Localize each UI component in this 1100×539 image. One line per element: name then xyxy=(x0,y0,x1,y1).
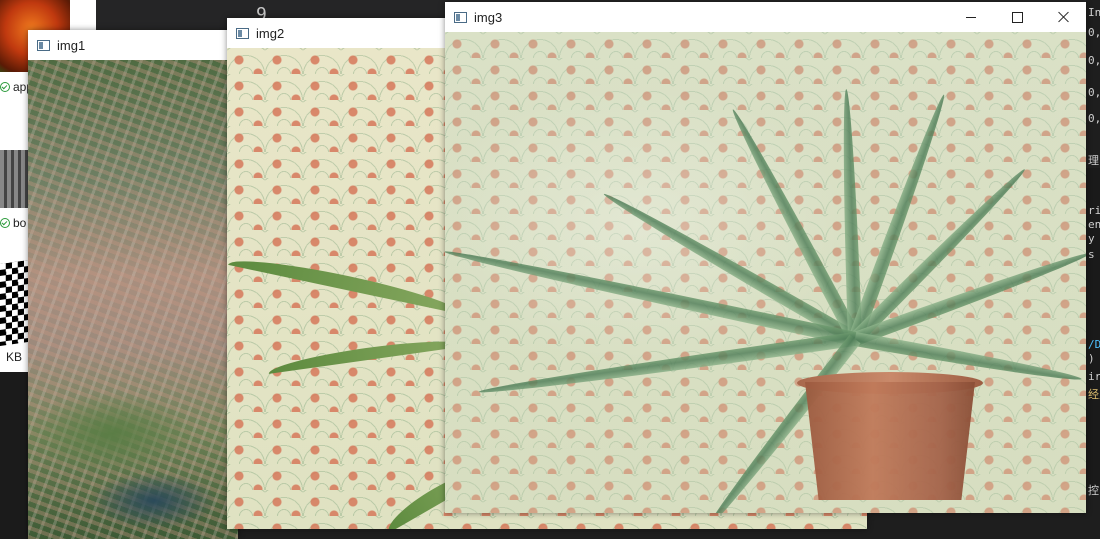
sync-ok-icon xyxy=(0,218,10,228)
code-fragment: y xyxy=(1088,232,1095,245)
window-app-icon xyxy=(37,39,50,51)
image-window-img1[interactable]: img1 xyxy=(28,30,238,539)
code-fragment: 0, xyxy=(1088,86,1100,99)
code-fragment: s xyxy=(1088,248,1095,261)
aloe-leaf xyxy=(267,334,467,374)
code-fragment: ri xyxy=(1088,204,1100,217)
maximize-icon xyxy=(1011,11,1023,23)
window-app-icon xyxy=(454,11,467,23)
window-app-icon xyxy=(236,27,249,39)
window-title: img1 xyxy=(57,37,86,53)
image-canvas-aerial-city[interactable] xyxy=(28,60,238,539)
thumbnail-image-machine[interactable] xyxy=(0,150,30,208)
thumbnail-label-box[interactable]: bo xyxy=(0,216,26,230)
minimize-button[interactable] xyxy=(948,2,994,32)
panel-tab-fragment[interactable]: 理 xyxy=(1088,152,1099,168)
minimize-icon xyxy=(966,16,976,18)
close-button[interactable] xyxy=(1040,2,1086,32)
code-fragment: Int8, xyxy=(1088,6,1100,19)
code-fragment: 经/ xyxy=(1088,388,1100,401)
code-fragment: ir xyxy=(1088,370,1100,383)
close-icon xyxy=(1057,11,1069,23)
window-title: img2 xyxy=(256,25,285,41)
maximize-button[interactable] xyxy=(994,2,1040,32)
window-controls xyxy=(948,2,1086,32)
code-fragment: /D xyxy=(1088,338,1100,351)
window-titlebar[interactable]: img1 xyxy=(28,30,238,60)
sync-ok-icon xyxy=(0,82,10,92)
image-canvas-blended-aloe[interactable] xyxy=(445,32,1086,513)
aloe-leaf xyxy=(228,251,466,315)
window-title: img3 xyxy=(474,9,503,25)
panel-tab-fragment[interactable]: 控 xyxy=(1088,482,1099,498)
code-fragment: 0, xyxy=(1088,26,1100,39)
code-fragment: ) , xyxy=(1088,352,1100,365)
flower-pot xyxy=(805,382,975,500)
thumbnail-image-checkerboard[interactable] xyxy=(0,260,28,346)
thumbnail-name: bo xyxy=(13,216,27,230)
code-fragment: en xyxy=(1088,218,1100,231)
window-titlebar[interactable]: img3 xyxy=(445,2,1086,32)
code-fragment: 0, xyxy=(1088,54,1100,67)
image-window-img3[interactable]: img3 xyxy=(445,2,1086,513)
code-fragment: 0, xyxy=(1088,112,1100,125)
file-size-label: KB xyxy=(6,350,23,364)
